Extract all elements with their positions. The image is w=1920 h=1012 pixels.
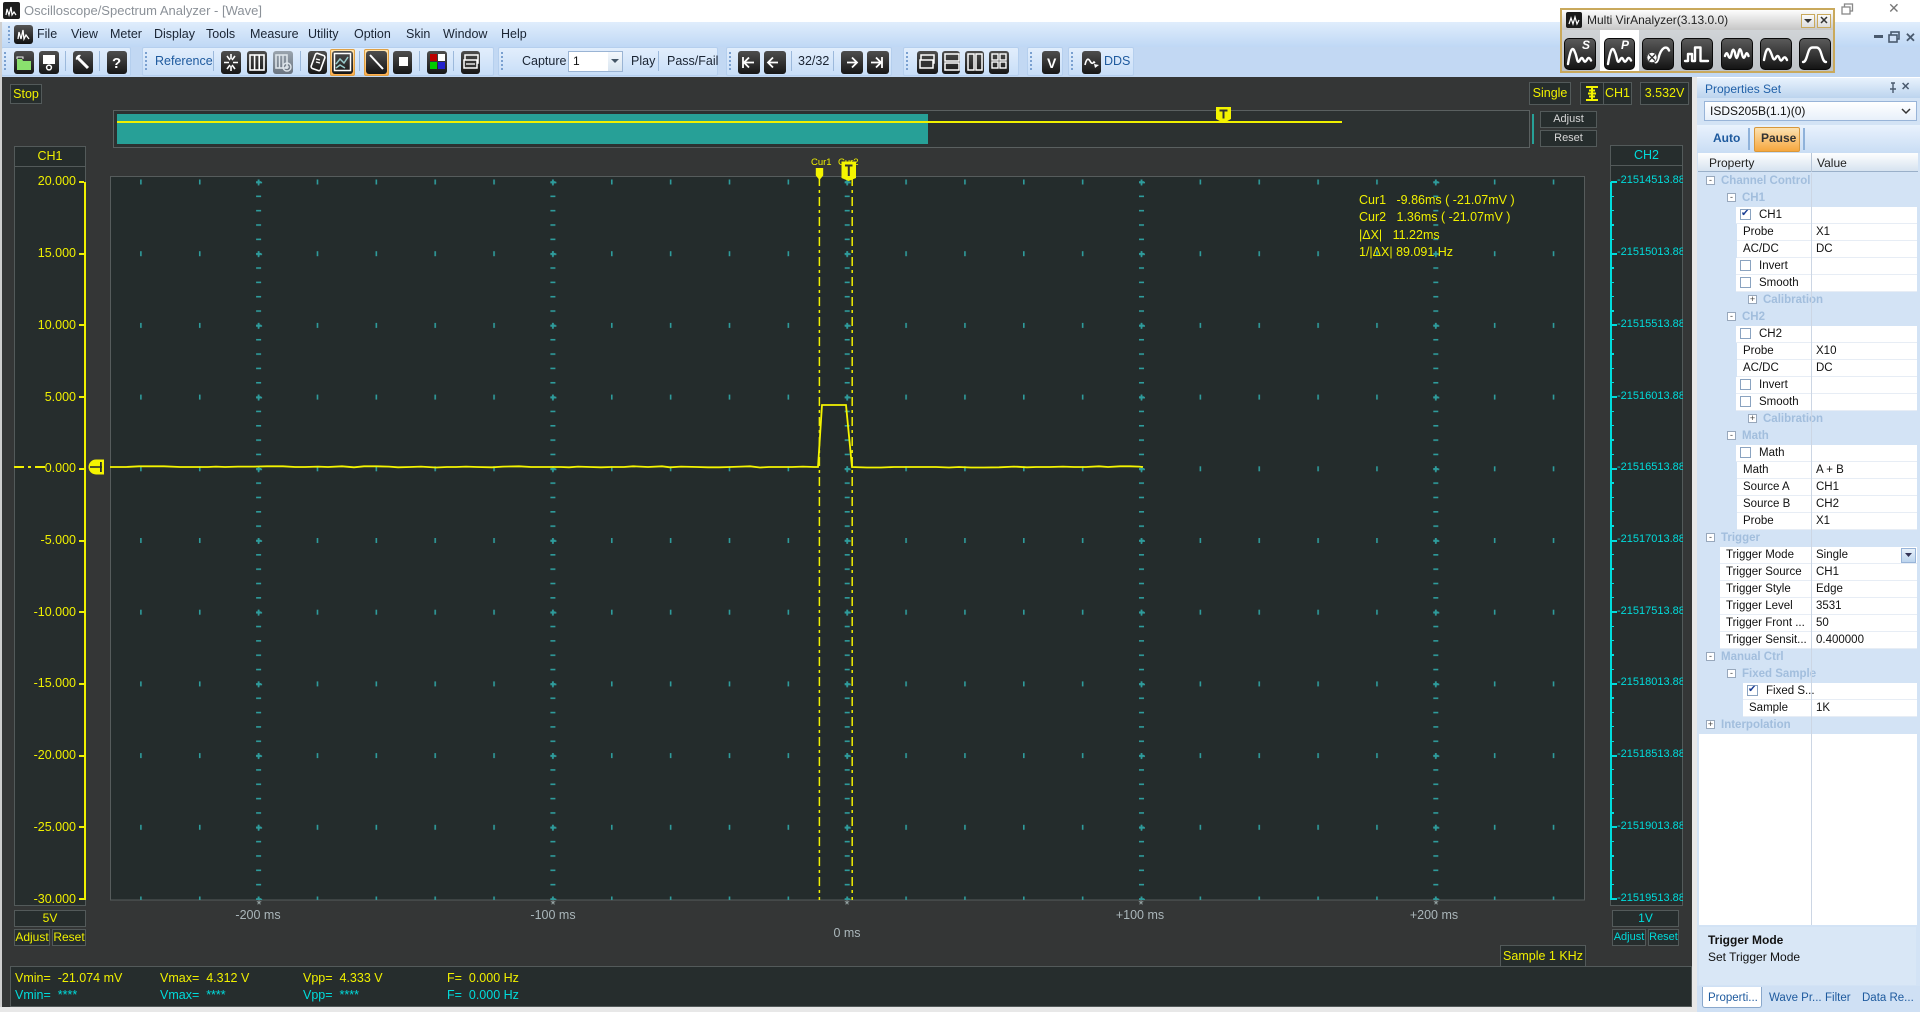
svg-text:Cur2 1.36ms ( -21.07mV ): Cur2 1.36ms ( -21.07mV ) <box>1359 210 1510 224</box>
svg-text:?: ? <box>112 55 121 72</box>
svg-text:V: V <box>1047 55 1057 71</box>
svg-text:Cur1: Cur1 <box>811 157 832 168</box>
svg-text:|ΔX| 11.22ms: |ΔX| 11.22ms <box>1359 228 1440 242</box>
svg-text:1/|ΔX| 89.091 Hz: 1/|ΔX| 89.091 Hz <box>1359 245 1453 259</box>
svg-text:Cur1 -9.86ms ( -21.07mV ): Cur1 -9.86ms ( -21.07mV ) <box>1359 193 1515 207</box>
